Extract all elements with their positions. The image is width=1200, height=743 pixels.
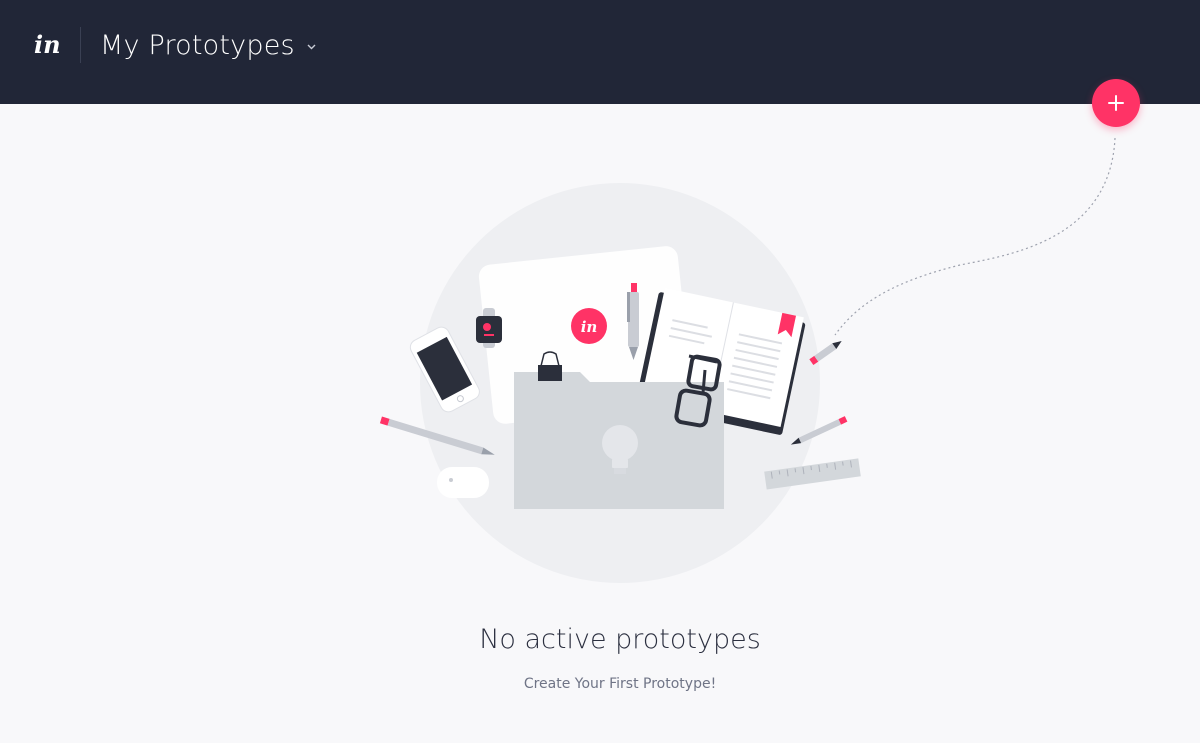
pencil-icon-top <box>809 340 842 366</box>
empty-state-title: No active prototypes <box>479 624 761 655</box>
top-bar: in My Prototypes <box>0 0 1200 104</box>
smartwatch-icon <box>476 308 502 348</box>
book-icon <box>635 287 806 435</box>
plus-icon <box>1108 95 1124 111</box>
project-switcher[interactable]: My Prototypes <box>100 26 316 64</box>
phone-icon <box>409 326 480 413</box>
binder-clip-icon <box>538 351 562 381</box>
header-divider <box>80 27 81 63</box>
add-prototype-button[interactable] <box>1092 79 1140 127</box>
invision-logo[interactable]: in <box>34 28 64 62</box>
glasses-icon <box>674 354 722 428</box>
dotted-guide-line <box>834 137 1116 336</box>
pen-icon <box>627 283 639 360</box>
background-circle <box>420 183 820 583</box>
pencil-icon-left <box>379 416 495 455</box>
folder-icon <box>514 372 724 509</box>
ruler-icon <box>764 458 861 490</box>
chevron-down-icon <box>307 44 316 50</box>
svg-text:in: in <box>581 318 598 336</box>
paper-sheet <box>478 246 693 424</box>
page-title: My Prototypes <box>100 29 295 61</box>
mouse-icon <box>437 467 489 498</box>
pencil-icon-right <box>790 416 848 445</box>
create-first-prototype-link[interactable]: Create Your First Prototype! <box>0 676 1200 692</box>
invision-badge-icon: in <box>571 308 607 344</box>
